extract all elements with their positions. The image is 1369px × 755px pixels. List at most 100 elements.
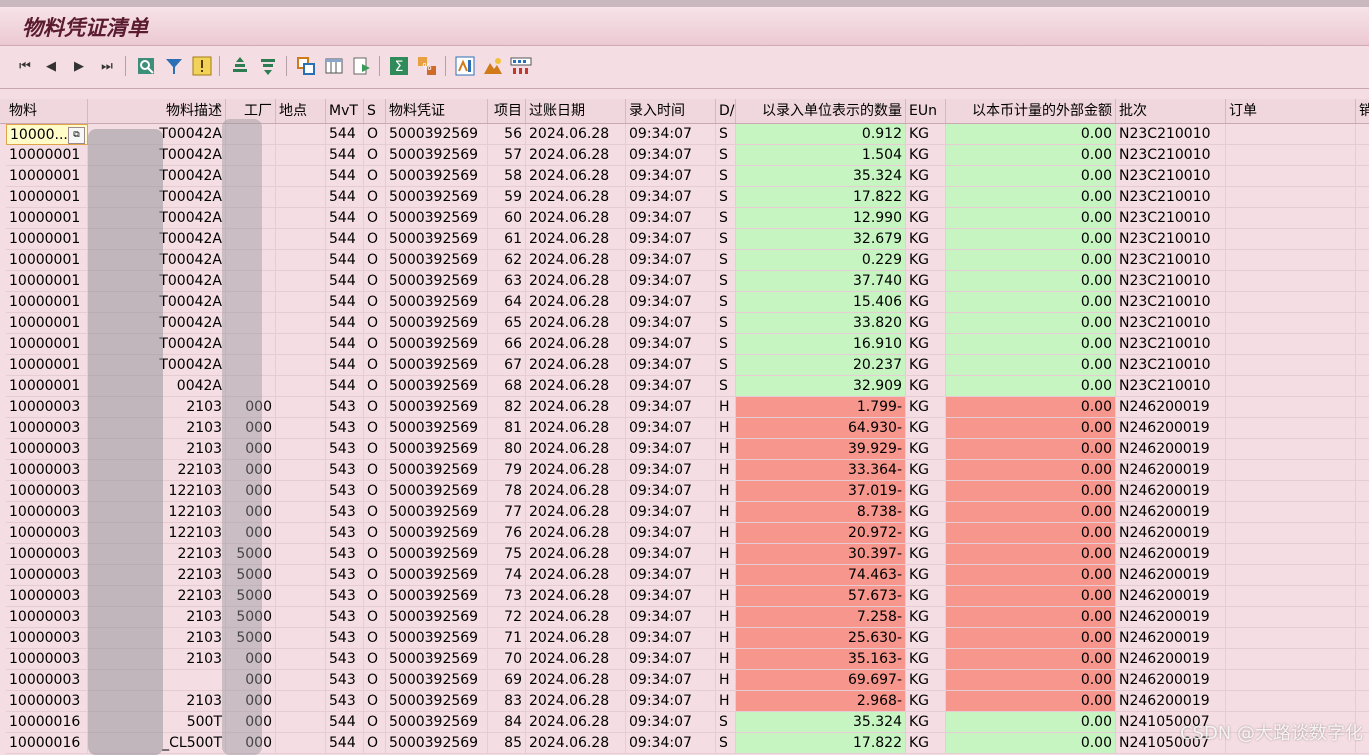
cell-material: 10000003 (6, 649, 88, 670)
column-header-location[interactable]: 地点 (276, 99, 326, 123)
column-header-batch[interactable]: 批次 (1116, 99, 1226, 123)
cell-movement-type: 543 (326, 481, 364, 502)
cell-special-stock: O (364, 292, 386, 313)
cell-quantity: 69.697- (736, 670, 906, 691)
table-row[interactable]: 10000003 2103 5000 543 O 5000392569 71 2024.06.… (0, 628, 1369, 649)
cell-amount: 0.00 (946, 460, 1116, 481)
column-header-entry-time[interactable]: 录入时间 (626, 99, 716, 123)
cell-posting-date: 2024.06.28 (526, 355, 626, 376)
cell-order (1226, 523, 1356, 544)
column-header-material-doc[interactable]: 物料凭证 (386, 99, 488, 123)
column-header-material-desc[interactable]: 物料描述 (88, 99, 226, 123)
find-icon[interactable] (510, 55, 532, 77)
details-icon[interactable] (135, 55, 157, 77)
layout-columns-icon[interactable] (323, 55, 345, 77)
column-header-item[interactable]: 项目 (488, 99, 526, 123)
table-row[interactable]: 10000003 2103 000 543 O 5000392569 80 2024.06.2… (0, 439, 1369, 460)
page-title: 物料凭证清单 (22, 15, 148, 40)
table-row[interactable]: 10000001 T00042A 544 O 5000392569 64 2024.06.2… (0, 292, 1369, 313)
first-page-icon[interactable]: ⏮ (14, 55, 36, 77)
table-row[interactable]: 10000001 0042A 544 O 5000392569 68 2024.06.28 0… (0, 376, 1369, 397)
table-row[interactable]: 10000001 T00042A 544 O 5000392569 60 2024.06.2… (0, 208, 1369, 229)
table-row[interactable]: 10000001 T00042A 544 O 5000392569 62 2024.06.2… (0, 250, 1369, 271)
table-row[interactable]: 10000003 122103 000 543 O 5000392569 77 2024.06… (0, 502, 1369, 523)
cell-material: 10000003 (6, 691, 88, 712)
column-header-special-stock[interactable]: S (364, 99, 386, 123)
cell-batch: N246200019 (1116, 607, 1226, 628)
table-row[interactable]: 10000003 22103 000 543 O 5000392569 79 2024.06.… (0, 460, 1369, 481)
cell-material[interactable]: 10000... ⧉ (6, 124, 88, 145)
sort-ascending-icon[interactable] (229, 55, 251, 77)
cell-sales (1356, 397, 1369, 418)
toolbar-separator (286, 56, 287, 76)
cell-order (1226, 628, 1356, 649)
cell-entry-time: 09:34:07 (626, 733, 716, 754)
column-header-movement-type[interactable]: MvT (326, 99, 364, 123)
column-header-debit-credit[interactable]: D/ (716, 99, 736, 123)
cell-batch: N23C210010 (1116, 229, 1226, 250)
cell-movement-type: 543 (326, 523, 364, 544)
cell-entry-time: 09:34:07 (626, 229, 716, 250)
value-help-icon[interactable]: ⧉ (68, 127, 85, 144)
column-header-material[interactable]: 物料 (6, 99, 88, 123)
cell-entry-time: 09:34:07 (626, 145, 716, 166)
column-header-sales[interactable]: 销 (1356, 99, 1369, 123)
table-row[interactable]: 10000001 T00042A 544 O 5000392569 61 2024.06.2… (0, 229, 1369, 250)
table-row[interactable]: 10000001 T00042A 544 O 5000392569 58 2024.06.2… (0, 166, 1369, 187)
graphic-icon[interactable] (482, 55, 504, 77)
subtotal-icon[interactable]: % (416, 55, 438, 77)
cell-sales (1356, 523, 1369, 544)
table-row[interactable]: 10000... ⧉ T00042A 544 O 5000392569 56 2024.06.… (0, 124, 1369, 145)
table-row[interactable]: 10000003 2103 000 543 O 5000392569 82 2024.06.2… (0, 397, 1369, 418)
table-row[interactable]: 10000003 122103 000 543 O 5000392569 78 2024.06… (0, 481, 1369, 502)
cell-entry-unit: KG (906, 439, 946, 460)
table-row[interactable]: 10000001 T00042A 544 O 5000392569 63 2024.06.2… (0, 271, 1369, 292)
abc-analysis-icon[interactable] (454, 55, 476, 77)
table-row[interactable]: 10000003 2103 5000 543 O 5000392569 72 2024.06.… (0, 607, 1369, 628)
cell-batch: N23C210010 (1116, 124, 1226, 145)
cell-batch: N23C210010 (1116, 271, 1226, 292)
last-page-icon[interactable]: ⏭ (96, 55, 118, 77)
cell-posting-date: 2024.06.28 (526, 691, 626, 712)
column-header-posting-date[interactable]: 过账日期 (526, 99, 626, 123)
top-strip (0, 0, 1369, 7)
table-row[interactable]: 10000003 122103 000 543 O 5000392569 76 2024.06… (0, 523, 1369, 544)
table-row[interactable]: 10000001 T00042A 544 O 5000392569 65 2024.06.2… (0, 313, 1369, 334)
table-row[interactable]: 10000016 500T 000 544 O 5000392569 84 2024.06.2… (0, 712, 1369, 733)
cell-amount: 0.00 (946, 502, 1116, 523)
table-row[interactable]: 10000001 T00042A 544 O 5000392569 67 2024.06.2… (0, 355, 1369, 376)
previous-page-icon[interactable]: ◀ (40, 55, 62, 77)
column-header-quantity[interactable]: 以录入单位表示的数量 (736, 99, 906, 123)
cell-entry-unit: KG (906, 292, 946, 313)
column-header-entry-unit[interactable]: EUn (906, 99, 946, 123)
cell-entry-time: 09:34:07 (626, 460, 716, 481)
table-row[interactable]: 10000003 2103 000 543 O 5000392569 70 2024.06.2… (0, 649, 1369, 670)
table-row[interactable]: 10000001 T00042A 544 O 5000392569 66 2024.06.2… (0, 334, 1369, 355)
column-header-amount[interactable]: 以本币计量的外部金额 (946, 99, 1116, 123)
table-row[interactable]: 10000003 22103 5000 543 O 5000392569 75 2024.06… (0, 544, 1369, 565)
cell-order (1226, 166, 1356, 187)
table-row[interactable]: 10000003 22103 5000 543 O 5000392569 73 2024.06… (0, 586, 1369, 607)
cell-debit-credit: S (716, 124, 736, 145)
cell-order (1226, 586, 1356, 607)
export-icon[interactable] (351, 55, 373, 77)
table-row[interactable]: 10000003 000 543 O 5000392569 69 2024.06.28 09:… (0, 670, 1369, 691)
cell-material-doc: 5000392569 (386, 166, 488, 187)
copy-icon[interactable] (295, 55, 317, 77)
cell-location (276, 586, 326, 607)
table-row[interactable]: 10000001 T00042A 544 O 5000392569 59 2024.06.2… (0, 187, 1369, 208)
table-row[interactable]: 10000003 2103 000 543 O 5000392569 83 2024.06.2… (0, 691, 1369, 712)
sum-icon[interactable]: Σ (388, 55, 410, 77)
table-row[interactable]: 10000003 2103 000 543 O 5000392569 81 2024.06.2… (0, 418, 1369, 439)
toolbar-separator (219, 56, 220, 76)
next-page-icon[interactable]: ▶ (68, 55, 90, 77)
sort-descending-icon[interactable] (257, 55, 279, 77)
filter-icon[interactable] (163, 55, 185, 77)
table-row[interactable]: 10000001 T00042A 544 O 5000392569 57 2024.06.2… (0, 145, 1369, 166)
cell-location (276, 250, 326, 271)
table-row[interactable]: 10000003 22103 5000 543 O 5000392569 74 2024.06… (0, 565, 1369, 586)
svg-text:Σ: Σ (395, 59, 404, 75)
table-row[interactable]: 10000016 _CL500T 000 544 O 5000392569 85 2024.0… (0, 733, 1369, 754)
exception-icon[interactable] (191, 55, 213, 77)
column-header-order[interactable]: 订单 (1226, 99, 1356, 123)
